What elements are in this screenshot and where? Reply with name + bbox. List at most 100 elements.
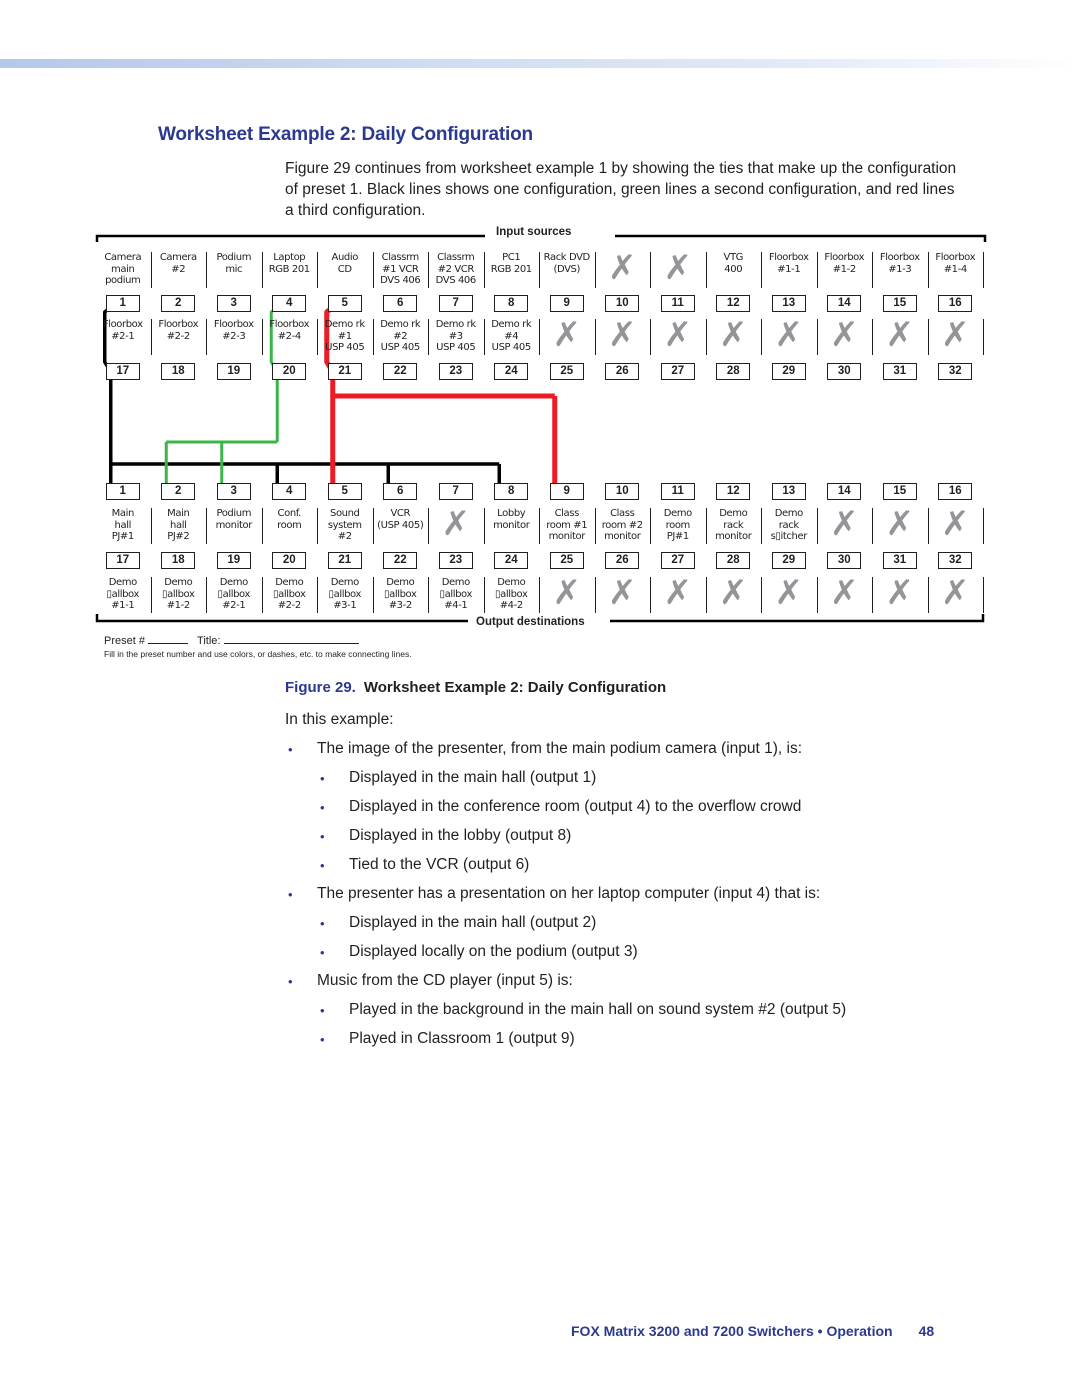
input-number-box[interactable]: 28: [716, 363, 751, 380]
output-number-box[interactable]: 1: [105, 483, 140, 500]
output-number-box[interactable]: 13: [771, 483, 806, 500]
output-number-box[interactable]: 11: [660, 483, 695, 500]
title-blank[interactable]: [223, 634, 359, 644]
input-label: Laptop RGB 201: [268, 252, 310, 275]
output-number-box[interactable]: 18: [161, 552, 196, 569]
input-number-box[interactable]: 21: [327, 363, 362, 380]
output-number-box[interactable]: 10: [605, 483, 640, 500]
bullet-icon: •: [288, 742, 293, 757]
input-number-box[interactable]: 9: [549, 295, 584, 312]
input-bracket-right: [615, 234, 987, 242]
section-title: Worksheet Example 2: Daily Configuration: [158, 124, 533, 145]
input-number-box[interactable]: 20: [272, 363, 307, 380]
figure-number: Figure 29.: [285, 679, 356, 696]
input-number-box[interactable]: 11: [660, 295, 695, 312]
unused-x-icon: ✗: [830, 573, 859, 613]
output-number-box[interactable]: 24: [494, 552, 529, 569]
fill-note: Fill in the preset number and use colors…: [104, 649, 412, 659]
input-number-box[interactable]: 22: [383, 363, 418, 380]
input-number-box[interactable]: 26: [605, 363, 640, 380]
output-number-box[interactable]: 3: [216, 483, 251, 500]
input-number-box[interactable]: 16: [938, 295, 973, 312]
input-number-box[interactable]: 12: [716, 295, 751, 312]
input-number-box[interactable]: 10: [605, 295, 640, 312]
input-label: Floorbox #1-3: [879, 252, 920, 275]
input-number-box[interactable]: 7: [438, 295, 473, 312]
input-label: Demo rk #4 USP 405: [491, 319, 532, 353]
input-number-box[interactable]: 5: [327, 295, 362, 312]
input-label: Floorbox #1-2: [824, 252, 865, 275]
output-number-box[interactable]: 22: [383, 552, 418, 569]
output-number-box[interactable]: 17: [105, 552, 140, 569]
output-label: Podium monitor: [215, 508, 253, 531]
input-number-box[interactable]: 25: [549, 363, 584, 380]
input-number-box[interactable]: 14: [827, 295, 862, 312]
output-number-box[interactable]: 19: [216, 552, 251, 569]
figure-title: Worksheet Example 2: Daily Configuration: [363, 679, 667, 696]
unused-x-icon: ✗: [663, 315, 693, 355]
input-number-box[interactable]: 1: [105, 295, 140, 312]
input-number-box[interactable]: 4: [272, 295, 307, 312]
preset-number-blank[interactable]: [148, 634, 189, 644]
output-number-box[interactable]: 4: [272, 483, 307, 500]
output-number-box[interactable]: 26: [605, 552, 640, 569]
input-label: Floorbox #1-4: [935, 252, 976, 275]
output-number-box[interactable]: 31: [882, 552, 917, 569]
output-number-box[interactable]: 21: [327, 552, 362, 569]
input-label: Floorbox #2-3: [213, 319, 254, 342]
title-label: Title:: [197, 635, 221, 647]
input-number-box[interactable]: 6: [383, 295, 418, 312]
input-number-box[interactable]: 23: [438, 363, 473, 380]
input-number-box[interactable]: 13: [771, 295, 806, 312]
input-number-box[interactable]: 2: [161, 295, 196, 312]
output-number-box[interactable]: 23: [438, 552, 473, 569]
output-number-box[interactable]: 15: [882, 483, 917, 500]
input-number-box[interactable]: 19: [216, 363, 251, 380]
intro-paragraph: Figure 29 continues from worksheet examp…: [285, 160, 957, 219]
output-number-box[interactable]: 14: [827, 483, 862, 500]
output-number-box[interactable]: 30: [827, 552, 862, 569]
input-label: Camera main podium: [104, 252, 142, 286]
column-separator: [983, 319, 984, 355]
input-number-box[interactable]: 32: [938, 363, 973, 380]
input-label: Demo rk #1 USP 405: [324, 319, 365, 353]
output-number-box[interactable]: 7: [438, 483, 473, 500]
output-number-box[interactable]: 2: [161, 483, 196, 500]
column-separator: [983, 508, 984, 544]
bullet-icon: •: [320, 1032, 325, 1047]
output-number-box[interactable]: 25: [549, 552, 584, 569]
input-number-box[interactable]: 31: [882, 363, 917, 380]
input-number-box[interactable]: 3: [216, 295, 251, 312]
bullet-text: Played in the background in the main hal…: [349, 1001, 847, 1018]
output-label: Demo ▯allbox #1-1: [106, 577, 140, 611]
input-number-box[interactable]: 8: [494, 295, 529, 312]
input-number-box[interactable]: 29: [771, 363, 806, 380]
output-number-box[interactable]: 8: [494, 483, 529, 500]
output-number-box[interactable]: 29: [771, 552, 806, 569]
bullet-icon: •: [320, 945, 325, 960]
output-number-box[interactable]: 12: [716, 483, 751, 500]
unused-x-icon: ✗: [941, 315, 970, 355]
bullet-icon: •: [320, 916, 325, 931]
output-number-box[interactable]: 20: [272, 552, 307, 569]
input-number-box[interactable]: 24: [494, 363, 529, 380]
output-number-box[interactable]: 16: [938, 483, 973, 500]
input-number-box[interactable]: 30: [827, 363, 862, 380]
preset-title-line: Preset # Title:: [104, 634, 359, 647]
output-number-box[interactable]: 5: [327, 483, 362, 500]
output-number-box[interactable]: 6: [383, 483, 418, 500]
unused-x-icon: ✗: [774, 315, 804, 355]
output-number-box[interactable]: 32: [938, 552, 973, 569]
bullet-icon: •: [288, 887, 293, 902]
input-number-box[interactable]: 18: [161, 363, 196, 380]
output-label: VCR (USP 405): [377, 508, 424, 531]
input-number-box[interactable]: 17: [105, 363, 140, 380]
output-number-box[interactable]: 9: [549, 483, 584, 500]
output-number-box[interactable]: 27: [660, 552, 695, 569]
output-number-box[interactable]: 28: [716, 552, 751, 569]
unused-x-icon: ✗: [608, 315, 637, 355]
output-label: Demo room PJ#1: [663, 508, 693, 542]
input-number-box[interactable]: 15: [882, 295, 917, 312]
unused-x-icon: ✗: [719, 315, 748, 355]
input-number-box[interactable]: 27: [660, 363, 695, 380]
